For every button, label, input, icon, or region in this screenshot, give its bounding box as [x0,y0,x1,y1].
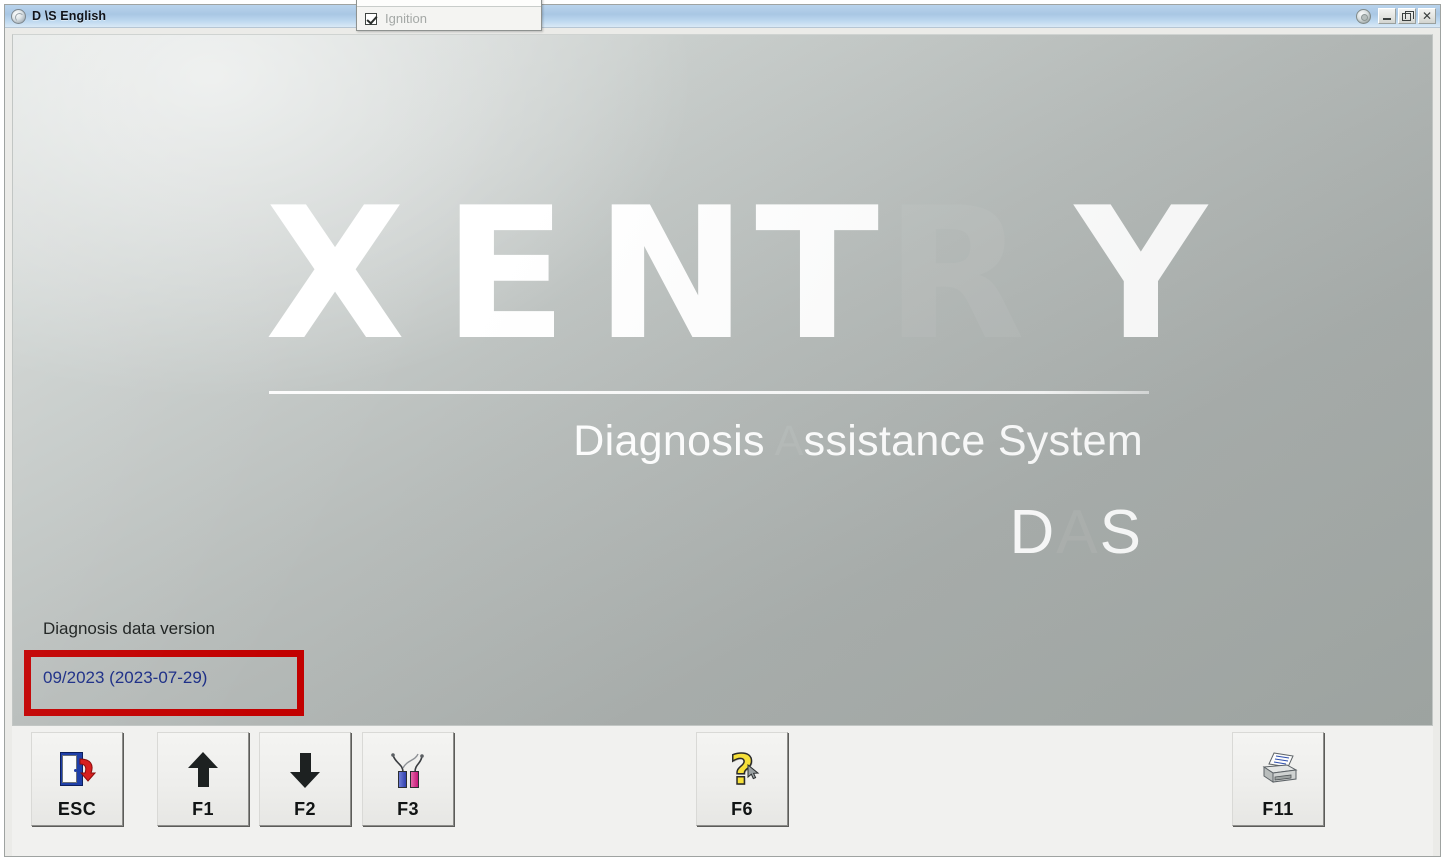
splash-subtitle: Diagnosis Assistance System [13,417,1143,466]
subtitle-prefix: Diagnosis [573,417,775,465]
application-window: D \S English ✕ X E N T R Y Diagnosis Ass… [4,4,1441,857]
splash-panel: X E N T R Y Diagnosis Assistance System … [12,34,1433,726]
subtitle-faded-letter: A [774,417,804,465]
logo-letter-n: N [595,168,748,380]
close-icon: ✕ [1421,8,1433,23]
esc-button[interactable]: ESC [31,732,123,826]
function-key-bar: ESC F1 F2 F3 ? F6 F11 [12,726,1433,856]
acronym-suffix: S [1099,498,1143,567]
help-question-icon: ? [722,743,762,797]
xentry-logo: X E N T R Y [265,168,1207,415]
gear-icon[interactable] [1356,8,1371,24]
logo-letter-t: T [755,168,880,380]
acronym-faded-letter: A [1056,498,1100,567]
exit-door-icon [57,743,97,797]
globe-icon [11,8,26,24]
f3-button[interactable]: F3 [362,732,454,826]
printer-icon [1257,743,1299,797]
title-bar: D \S English ✕ [5,5,1440,28]
f1-button[interactable]: F1 [157,732,249,826]
arrow-down-icon [290,743,320,797]
window-controls: ✕ [1356,8,1438,24]
f6-button-label: F6 [731,799,753,819]
version-value: 09/2023 (2023-07-29) [43,668,208,687]
arrow-up-icon [188,743,218,797]
restore-button[interactable] [1398,8,1416,24]
f2-button-label: F2 [294,799,316,819]
close-button[interactable]: ✕ [1418,8,1436,24]
dropdown-item-label: Ignition [385,11,427,26]
window-title: D \S English [32,9,107,23]
minimize-icon [1383,18,1391,20]
f11-button-label: F11 [1262,799,1294,819]
title-bar-left: D \S English [11,8,1356,24]
logo-letter-y: Y [1075,168,1207,380]
logo-letter-x: X [265,168,406,380]
checkbox-checked-icon[interactable] [365,12,377,25]
splash-acronym: DAS [13,497,1143,568]
acronym-prefix: D [1009,498,1057,567]
version-label: Diagnosis data version [43,619,215,638]
f6-button[interactable]: ? F6 [696,732,788,826]
content-frame: X E N T R Y Diagnosis Assistance System … [5,28,1440,856]
restore-icon [1401,10,1414,21]
logo-divider [269,391,1149,394]
f3-button-label: F3 [397,799,419,819]
f2-button[interactable]: F2 [259,732,351,826]
dropdown-partial-item[interactable] [357,0,541,7]
subtitle-suffix: ssistance System [803,417,1143,465]
dropdown-item-ignition[interactable]: Ignition [357,7,541,30]
f11-button[interactable]: F11 [1232,732,1324,826]
ignition-dropdown-menu[interactable]: Ignition [356,0,542,31]
xentry-wordmark: X E N T R Y [265,168,1207,380]
esc-button-label: ESC [57,799,97,819]
logo-letter-e: E [443,168,568,380]
test-probes-icon [391,743,425,797]
logo-letter-r: R [885,168,1026,380]
f1-button-label: F1 [192,799,214,819]
minimize-button[interactable] [1378,8,1396,24]
